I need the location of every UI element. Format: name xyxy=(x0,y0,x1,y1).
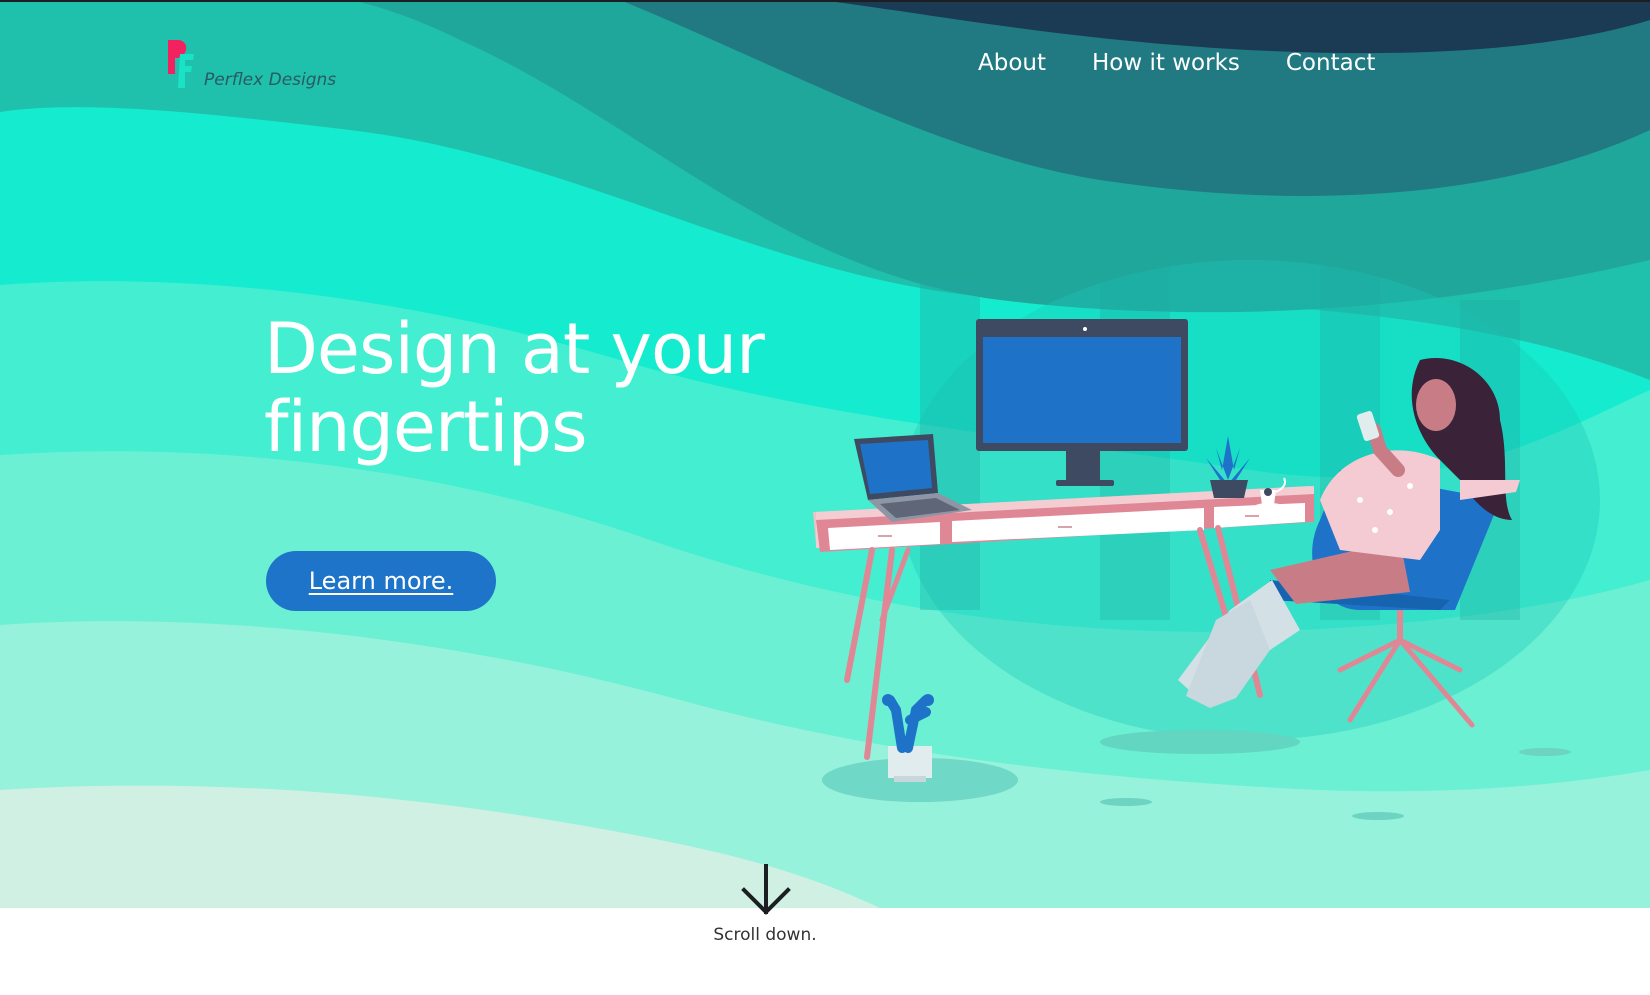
pf-monogram-icon xyxy=(168,40,194,88)
arrow-down-icon[interactable] xyxy=(740,864,792,916)
main-nav: About How it works Contact xyxy=(978,50,1375,76)
nav-link-about[interactable]: About xyxy=(978,50,1046,76)
brand-name: Perflex Designs xyxy=(204,70,337,90)
nav-link-how-it-works[interactable]: How it works xyxy=(1092,50,1240,76)
hero-headline: Design at your fingertips xyxy=(264,310,824,466)
hero-section: Perflex Designs About How it works Conta… xyxy=(0,0,1650,908)
headline-line-2: fingertips xyxy=(264,386,588,468)
brand-logo[interactable]: Perflex Designs xyxy=(166,40,346,90)
headline-line-1: Design at your xyxy=(264,308,765,390)
workspace-illustration-icon xyxy=(813,220,1600,820)
scroll-down-label[interactable]: Scroll down. xyxy=(660,925,870,945)
learn-more-button[interactable]: Learn more. xyxy=(266,551,496,611)
top-border xyxy=(0,0,1650,2)
nav-link-contact[interactable]: Contact xyxy=(1286,50,1375,76)
